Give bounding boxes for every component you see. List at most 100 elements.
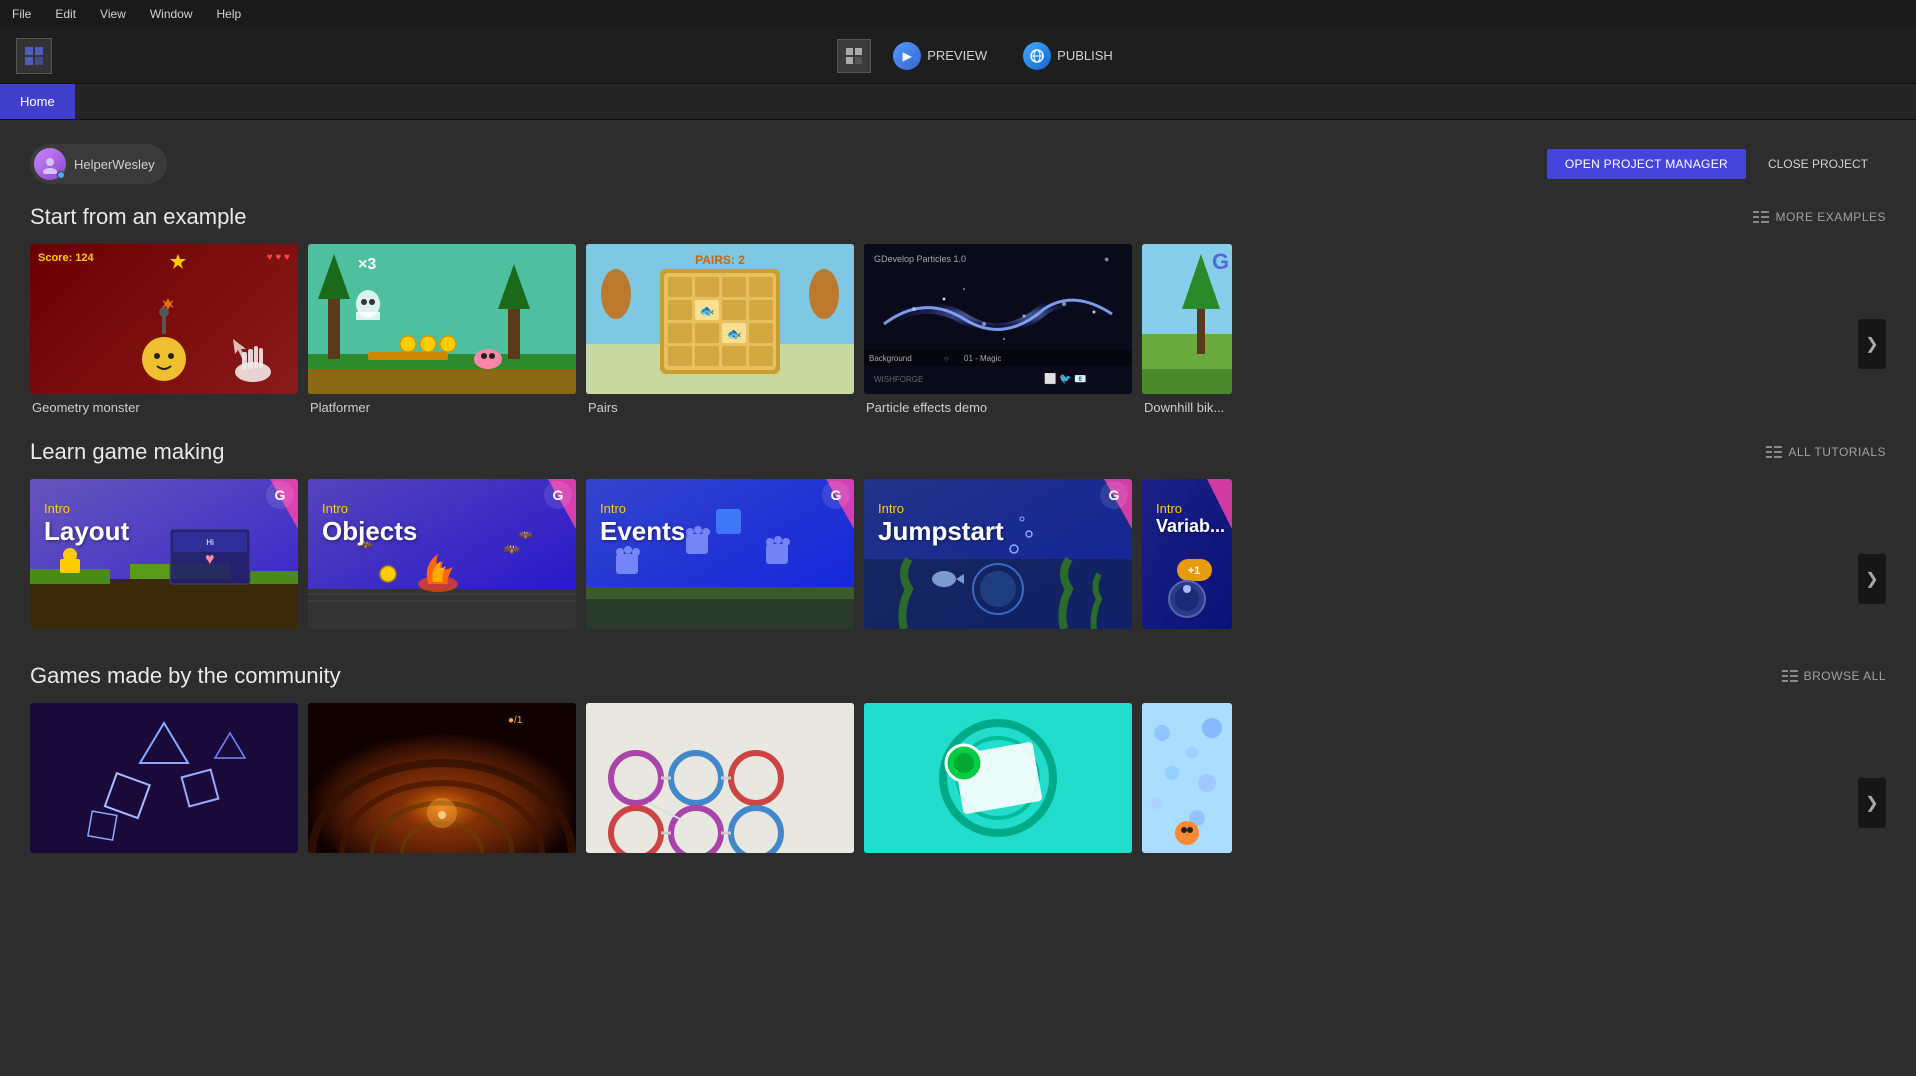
avatar [34,148,66,180]
community-thumb-4 [864,703,1132,853]
publish-label: PUBLISH [1057,48,1113,63]
tutorials-scroll-right[interactable]: ❯ [1858,554,1886,604]
examples-section-header: Start from an example MORE EXAMPLES [30,204,1886,230]
tutorials-cards-row: Hi ♥ G Intro Layout [30,479,1886,629]
svg-text:🐦: 🐦 [1059,374,1071,385]
tutorials-row-wrapper: Hi ♥ G Intro Layout [30,479,1886,629]
browse-all-link[interactable]: BROWSE ALL [1782,669,1886,683]
svg-text:G: G [275,487,286,503]
tutorial-card-layout[interactable]: Hi ♥ G Intro Layout [30,479,298,629]
svg-text:PAIRS: 2: PAIRS: 2 [695,253,745,267]
tutorial-main-variables: Variab... [1156,517,1225,537]
community-row-wrapper: ●/1 [30,703,1886,853]
all-tutorials-link[interactable]: ALL TUTORIALS [1766,445,1886,459]
tutorial-card-objects[interactable]: 🦇 🦇 🦇 G Intro Objects [308,479,576,629]
tutorial-card-variables[interactable]: +1 Intro Variab... [1142,479,1232,629]
example-thumb-downhill: G [1142,244,1232,394]
svg-text:G: G [553,487,564,503]
svg-text:G: G [1212,249,1229,274]
examples-title: Start from an example [30,204,246,230]
community-card-2[interactable]: ●/1 [308,703,576,853]
community-scroll-right[interactable]: ❯ [1858,778,1886,828]
tutorial-main-objects: Objects [322,517,417,546]
geometry-thumb-bg: Score: 124 ♥ ♥ ♥ [30,244,298,394]
svg-text:⬜: ⬜ [1044,372,1056,385]
browse-all-label: BROWSE ALL [1804,669,1886,683]
community-card-3[interactable] [586,703,854,853]
tutorial-intro-layout: Intro [44,501,129,517]
menu-window[interactable]: Window [146,5,197,23]
examples-row-wrapper: Score: 124 ♥ ♥ ♥ [30,244,1886,415]
all-tutorials-label: ALL TUTORIALS [1788,445,1886,459]
tutorial-card-jumpstart[interactable]: G Intro Jumpstart [864,479,1132,629]
svg-text:+1: +1 [1188,565,1201,577]
svg-text:📧: 📧 [1074,374,1086,385]
example-card-downhill[interactable]: G Downhill bik... [1142,244,1232,415]
tutorial-card-events[interactable]: G Intro Events [586,479,854,629]
online-indicator [57,171,65,179]
svg-text:G: G [1109,487,1120,503]
community-bg-1 [30,703,298,853]
community-card-5[interactable] [1142,703,1232,853]
platformer-thumb-bg: ×3 [308,244,576,394]
example-label-geometry: Geometry monster [30,400,298,415]
menu-file[interactable]: File [8,5,35,23]
tutorial-thumb-events: G Intro Events [586,479,854,629]
publish-button[interactable]: PUBLISH [1009,36,1127,76]
tutorial-thumb-jumpstart: G Intro Jumpstart [864,479,1132,629]
tutorial-main-jumpstart: Jumpstart [878,517,1004,546]
svg-text:🦇: 🦇 [503,541,521,557]
scene-icon[interactable] [837,39,871,73]
example-thumb-pairs: PAIRS: 2 [586,244,854,394]
svg-text:Hi: Hi [206,538,214,547]
community-bg-4 [864,703,1132,853]
svg-text:GDevelop Particles 1.0: GDevelop Particles 1.0 [874,254,966,264]
svg-text:🐟: 🐟 [727,327,742,341]
tab-home[interactable]: Home [0,84,75,119]
main-content: HelperWesley OPEN PROJECT MANAGER CLOSE … [0,120,1916,1076]
examples-scroll-right[interactable]: ❯ [1858,319,1886,369]
example-thumb-geometry: Score: 124 ♥ ♥ ♥ [30,244,298,394]
preview-button[interactable]: ▶ PREVIEW [879,36,1001,76]
example-card-pairs[interactable]: PAIRS: 2 [586,244,854,415]
tutorial-intro-events: Intro [600,501,685,517]
toolbar-center: ▶ PREVIEW PUBLISH [64,36,1900,76]
svg-text:●: ● [1104,254,1109,264]
close-project-button[interactable]: CLOSE PROJECT [1750,149,1886,179]
tutorial-intro-objects: Intro [322,501,417,517]
preview-label: PREVIEW [927,48,987,63]
example-label-downhill: Downhill bik... [1142,400,1232,415]
community-title: Games made by the community [30,663,341,689]
tutorial-thumb-layout: Hi ♥ G Intro Layout [30,479,298,629]
community-card-4[interactable] [864,703,1132,853]
tutorial-thumb-objects: 🦇 🦇 🦇 G Intro Objects [308,479,576,629]
example-card-geometry[interactable]: Score: 124 ♥ ♥ ♥ [30,244,298,415]
toolbar: ▶ PREVIEW PUBLISH [0,28,1916,84]
list-icon [1753,211,1769,223]
community-card-1[interactable] [30,703,298,853]
example-label-particle: Particle effects demo [864,400,1132,415]
menu-view[interactable]: View [96,5,130,23]
community-thumb-3 [586,703,854,853]
svg-text:🦇: 🦇 [518,528,533,542]
tutorial-thumb-variables: +1 Intro Variab... [1142,479,1232,629]
example-card-platformer[interactable]: ×3 [308,244,576,415]
open-project-button[interactable]: OPEN PROJECT MANAGER [1547,149,1746,179]
layout-thumb-bg: Hi ♥ G Intro Layout [30,479,298,629]
example-label-pairs: Pairs [586,400,854,415]
profile-badge[interactable]: HelperWesley [30,144,167,184]
more-examples-link[interactable]: MORE EXAMPLES [1753,210,1886,224]
example-card-particle[interactable]: GDevelop Particles 1.0 ● [864,244,1132,415]
menu-help[interactable]: Help [213,5,246,23]
profile-name: HelperWesley [74,157,155,172]
community-thumb-1 [30,703,298,853]
menu-bar: File Edit View Window Help [0,0,1916,28]
more-examples-label: MORE EXAMPLES [1775,210,1886,224]
tutorial-main-layout: Layout [44,517,129,546]
menu-edit[interactable]: Edit [51,5,80,23]
profile-area: HelperWesley OPEN PROJECT MANAGER CLOSE … [30,140,1886,184]
tutorials-title: Learn game making [30,439,224,465]
objects-thumb-bg: 🦇 🦇 🦇 G Intro Objects [308,479,576,629]
community-bg-5 [1142,703,1232,853]
svg-text:01 - Magic: 01 - Magic [964,354,1001,363]
